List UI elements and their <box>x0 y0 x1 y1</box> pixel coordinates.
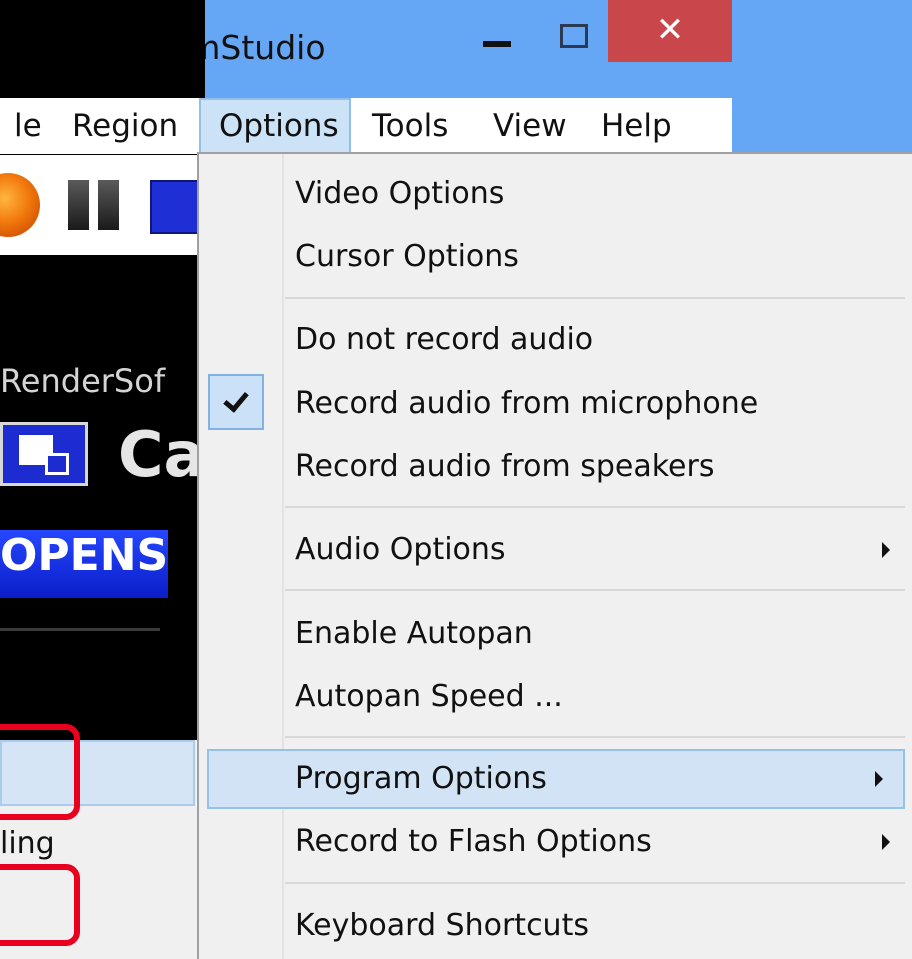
menu-view[interactable]: View <box>493 98 567 154</box>
annotation-box <box>0 864 80 946</box>
app-logo-icon <box>0 422 88 486</box>
menu-item-label: Keyboard Shortcuts <box>295 908 589 943</box>
submenu-arrow-icon <box>882 834 890 850</box>
minimize-button[interactable] <box>468 14 528 64</box>
close-button[interactable]: ✕ <box>608 0 732 62</box>
menu-item-keyboard-shortcuts[interactable]: Keyboard Shortcuts <box>199 896 912 956</box>
menu-item-label: Autopan Speed ... <box>295 679 563 714</box>
menu-separator <box>285 882 905 884</box>
menu-item-label: Record audio from speakers <box>295 449 715 484</box>
menu-region[interactable]: Region <box>72 98 178 154</box>
menu-item-record-to-flash-options[interactable]: Record to Flash Options <box>199 812 912 872</box>
menu-item-record-audio-speakers[interactable]: Record audio from speakers <box>199 437 912 497</box>
menu-item-do-not-record-audio[interactable]: Do not record audio <box>199 310 912 370</box>
menu-item-label: Video Options <box>295 176 505 211</box>
pause-icon[interactable] <box>68 180 124 230</box>
divider <box>0 628 160 631</box>
menu-separator <box>285 297 905 299</box>
menu-item-enable-autopan[interactable]: Enable Autopan <box>199 604 912 664</box>
menu-item-label: Record to Flash Options <box>295 824 652 859</box>
menu-separator <box>285 589 905 591</box>
menu-item-video-options[interactable]: Video Options <box>199 164 912 224</box>
toolbar <box>0 155 206 255</box>
logo-text: Ca <box>118 418 206 491</box>
menu-options[interactable]: Options <box>199 98 351 154</box>
menu-bar: le Region Options Tools View Help <box>0 98 732 154</box>
submenu-arrow-icon <box>875 771 883 787</box>
publisher-text: RenderSof <box>0 362 166 400</box>
menu-tools[interactable]: Tools <box>372 98 448 154</box>
menu-item-program-options[interactable]: Program Options <box>207 749 905 809</box>
menu-item-label: Cursor Options <box>295 239 519 274</box>
check-icon <box>208 374 264 430</box>
options-dropdown: Video Options Cursor Options Do not reco… <box>197 152 912 959</box>
menu-item-label: Do not record audio <box>295 322 594 357</box>
maximize-button[interactable] <box>540 14 600 64</box>
menu-item-label: Audio Options <box>295 532 506 567</box>
tagline-text: OPENS <box>0 530 169 598</box>
annotation-box <box>0 724 80 820</box>
menu-item-label: Record audio from microphone <box>295 386 759 421</box>
menu-item-label: Program Options <box>295 761 547 796</box>
menu-item-label: Enable Autopan <box>295 616 533 651</box>
menu-file[interactable]: le <box>14 98 42 154</box>
menu-item-audio-options[interactable]: Audio Options <box>199 520 912 580</box>
menu-item-cursor-options[interactable]: Cursor Options <box>199 227 912 287</box>
menu-separator <box>285 506 905 508</box>
menu-separator <box>285 736 905 738</box>
menu-help[interactable]: Help <box>601 98 672 154</box>
menu-item-autopan-speed[interactable]: Autopan Speed ... <box>199 667 912 727</box>
menu-item-record-audio-microphone[interactable]: Record audio from microphone <box>199 374 912 434</box>
submenu-item-label[interactable]: ling <box>0 826 55 861</box>
submenu-arrow-icon <box>882 542 890 558</box>
record-icon[interactable] <box>0 173 40 237</box>
